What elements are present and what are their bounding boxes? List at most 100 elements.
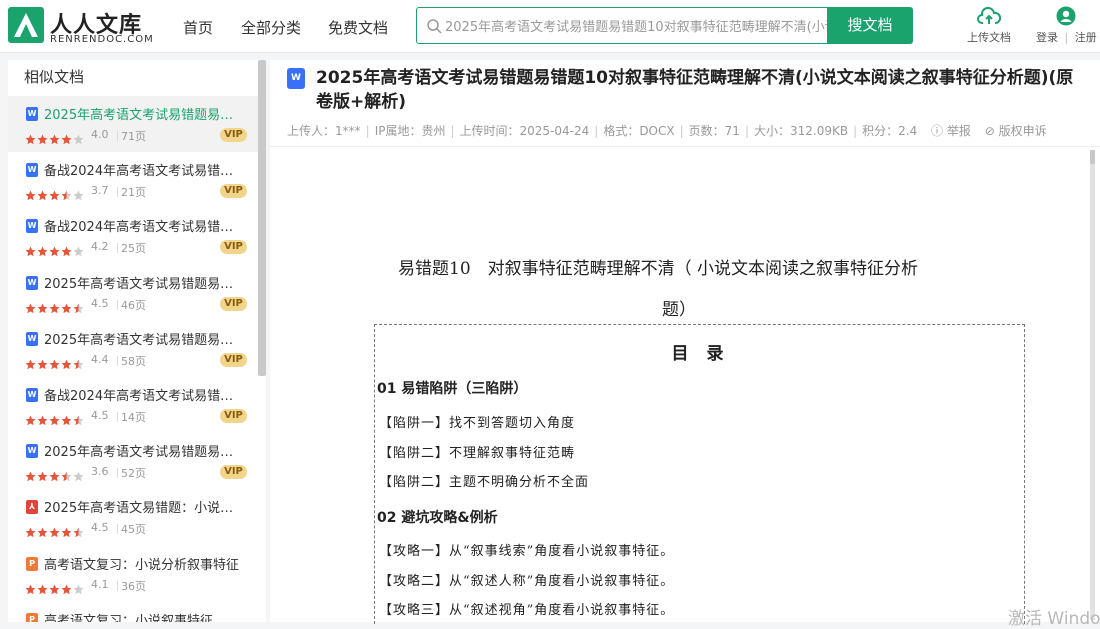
logo-mark-icon xyxy=(8,7,44,43)
star-icon xyxy=(61,415,72,426)
page-count: 14页 xyxy=(121,411,146,424)
page-count: 36页 xyxy=(121,579,146,593)
meta-divider xyxy=(117,187,118,198)
rating-stars xyxy=(25,467,85,482)
ppt-file-icon: P xyxy=(26,556,38,571)
login-link[interactable]: 登录 xyxy=(1036,31,1058,44)
star-icon xyxy=(49,584,60,594)
sidebar-scrollbar[interactable] xyxy=(258,60,266,376)
similar-document-name[interactable]: 2025年高考语文考试易错题易错... xyxy=(44,104,244,123)
star-icon xyxy=(25,134,36,145)
meta-upload-time: 上传时间：2025-04-24 xyxy=(459,124,590,138)
nav-all-categories[interactable]: 全部分类 xyxy=(241,17,301,38)
star-icon xyxy=(61,584,72,594)
similar-document-name[interactable]: 2025年高考语文易错题：小说文... xyxy=(44,497,244,516)
star-icon xyxy=(25,584,36,594)
similar-document-item[interactable]: ⅄ 2025年高考语文易错题：小说文... 4.5 45页 xyxy=(8,489,266,545)
star-icon xyxy=(37,527,48,538)
similar-document-item[interactable]: W 2025年高考语文考试易错题易错... 3.6 52页 VIP xyxy=(8,433,266,489)
similar-document-name[interactable]: 备战2024年高考语文考试易错题1... xyxy=(44,160,244,179)
nav-home[interactable]: 首页 xyxy=(183,17,213,38)
search-input[interactable] xyxy=(445,8,827,43)
cloud-upload-icon xyxy=(977,6,1001,24)
rating-score: 4.2 xyxy=(91,240,109,254)
star-icon xyxy=(37,134,48,145)
document-preview-page: 易错题10 对叙事特征范畴理解不清（ 小说文本阅读之叙事特征分析 题） 目 录 … xyxy=(270,147,1088,624)
meta-divider xyxy=(117,524,118,535)
copyright-complaint-link[interactable]: ⊘ 版权申诉 xyxy=(985,122,1047,139)
similar-document-item[interactable]: W 备战2024年高考语文考试易错题1... 3.7 21页 VIP xyxy=(8,152,266,208)
similar-document-item[interactable]: W 备战2024年高考语文考试易错题1... 4.5 14页 VIP xyxy=(8,377,266,433)
similar-document-item[interactable]: W 备战2024年高考语文考试易错题1... 4.2 25页 VIP xyxy=(8,208,266,264)
star-icon xyxy=(73,471,84,482)
document-title: 2025年高考语文考试易错题易错题10对叙事特征范畴理解不清(小说文本阅读之叙事… xyxy=(316,68,1074,112)
similar-document-item[interactable]: P 高考语文复习：小说分析叙事特征 4.1 36页 xyxy=(8,546,266,602)
page-count: 58页 xyxy=(121,354,146,368)
page-count: 25页 xyxy=(121,242,146,256)
similar-document-name[interactable]: 2025年高考语文考试易错题易错... xyxy=(44,441,244,460)
star-icon xyxy=(49,190,60,201)
meta-page-count: 页数：71 xyxy=(688,124,740,138)
rating-score: 3.6 xyxy=(91,465,109,479)
similar-document-item[interactable]: W 2025年高考语文考试易错题易错... 4.4 58页 VIP xyxy=(8,321,266,377)
vip-badge: VIP xyxy=(220,409,247,423)
star-icon xyxy=(37,246,48,257)
site-logo[interactable]: 人人文库 RENRENDOC.COM xyxy=(8,7,168,47)
star-icon xyxy=(37,303,48,313)
user-avatar-icon[interactable] xyxy=(1056,6,1076,26)
meta-file-size: 大小：312.09KB xyxy=(753,124,849,138)
similar-document-name[interactable]: 高考语文复习：小说分析叙事特征 xyxy=(44,554,244,573)
similar-document-name[interactable]: 高考语文复习：小说叙事特征 xyxy=(44,610,244,622)
similar-document-name[interactable]: 2025年高考语文考试易错题易错... xyxy=(44,329,244,348)
page-count: 21页 xyxy=(121,186,146,200)
report-label: 举报 xyxy=(946,124,971,138)
similar-document-name[interactable]: 2025年高考语文考试易错题易错... xyxy=(44,273,244,292)
similar-document-name[interactable]: 备战2024年高考语文考试易错题1... xyxy=(44,385,244,404)
similar-document-item[interactable]: W 2025年高考语文考试易错题易错... 4.5 46页 VIP xyxy=(8,265,266,321)
star-icon xyxy=(73,246,84,257)
meta-points: 积分：2.4 xyxy=(862,124,918,138)
toc-tip-1: 【攻略一】从“叙事线索”角度看小说叙事特征。 xyxy=(379,544,675,559)
meta-divider xyxy=(117,299,118,310)
page-count: 46页 xyxy=(121,298,146,312)
document-scrollbar[interactable] xyxy=(1090,150,1095,620)
search-button[interactable]: 搜文档 xyxy=(827,7,913,44)
star-icon xyxy=(61,471,72,482)
report-link[interactable]: ⓘ 举报 xyxy=(931,122,971,139)
similar-document-item[interactable]: W 2025年高考语文考试易错题易错... 4.0 71页 VIP xyxy=(8,96,266,152)
word-file-icon: W xyxy=(287,68,305,89)
report-icon: ⓘ xyxy=(931,124,947,138)
rating-stars xyxy=(25,186,85,201)
register-link[interactable]: 注册 xyxy=(1075,31,1097,44)
similar-document-name[interactable]: 备战2024年高考语文考试易错题1... xyxy=(44,216,244,235)
copyright-label: 版权申诉 xyxy=(998,124,1047,138)
star-icon xyxy=(25,359,36,370)
star-icon xyxy=(49,471,60,482)
meta-divider xyxy=(117,580,118,591)
meta-format: 格式：DOCX xyxy=(603,124,675,138)
user-account: 登录 | 注册 xyxy=(1036,6,1097,45)
star-icon xyxy=(49,359,60,370)
vip-badge: VIP xyxy=(220,352,247,367)
star-icon xyxy=(49,134,60,145)
star-icon xyxy=(49,527,60,538)
similar-documents-sidebar: 相似文档 W 2025年高考语文考试易错题易错... 4.0 71页 VIP W 备战202… xyxy=(8,60,266,622)
star-icon xyxy=(37,415,48,426)
upload-document-button[interactable]: 上传文档 xyxy=(967,6,1011,45)
star-icon xyxy=(25,190,36,201)
meta-uploader: 上传人：1*** xyxy=(287,124,361,138)
star-icon xyxy=(73,134,84,145)
meta-ip-location: IP属地：贵州 xyxy=(374,124,446,138)
document-scrollbar-thumb[interactable] xyxy=(1090,150,1095,164)
paper-heading-line2: 题） xyxy=(662,300,696,320)
star-icon xyxy=(25,415,36,426)
rating-score: 4.0 xyxy=(91,128,109,141)
rating-stars xyxy=(25,411,85,426)
nav-free-documents[interactable]: 免费文档 xyxy=(328,17,388,38)
similar-document-item[interactable]: P 高考语文复习：小说叙事特征 xyxy=(8,602,266,622)
word-file-icon: W xyxy=(26,219,38,234)
meta-divider xyxy=(117,468,118,479)
vip-badge: VIP xyxy=(220,296,247,311)
vip-badge: VIP xyxy=(220,465,247,480)
rating-stars xyxy=(25,242,85,257)
